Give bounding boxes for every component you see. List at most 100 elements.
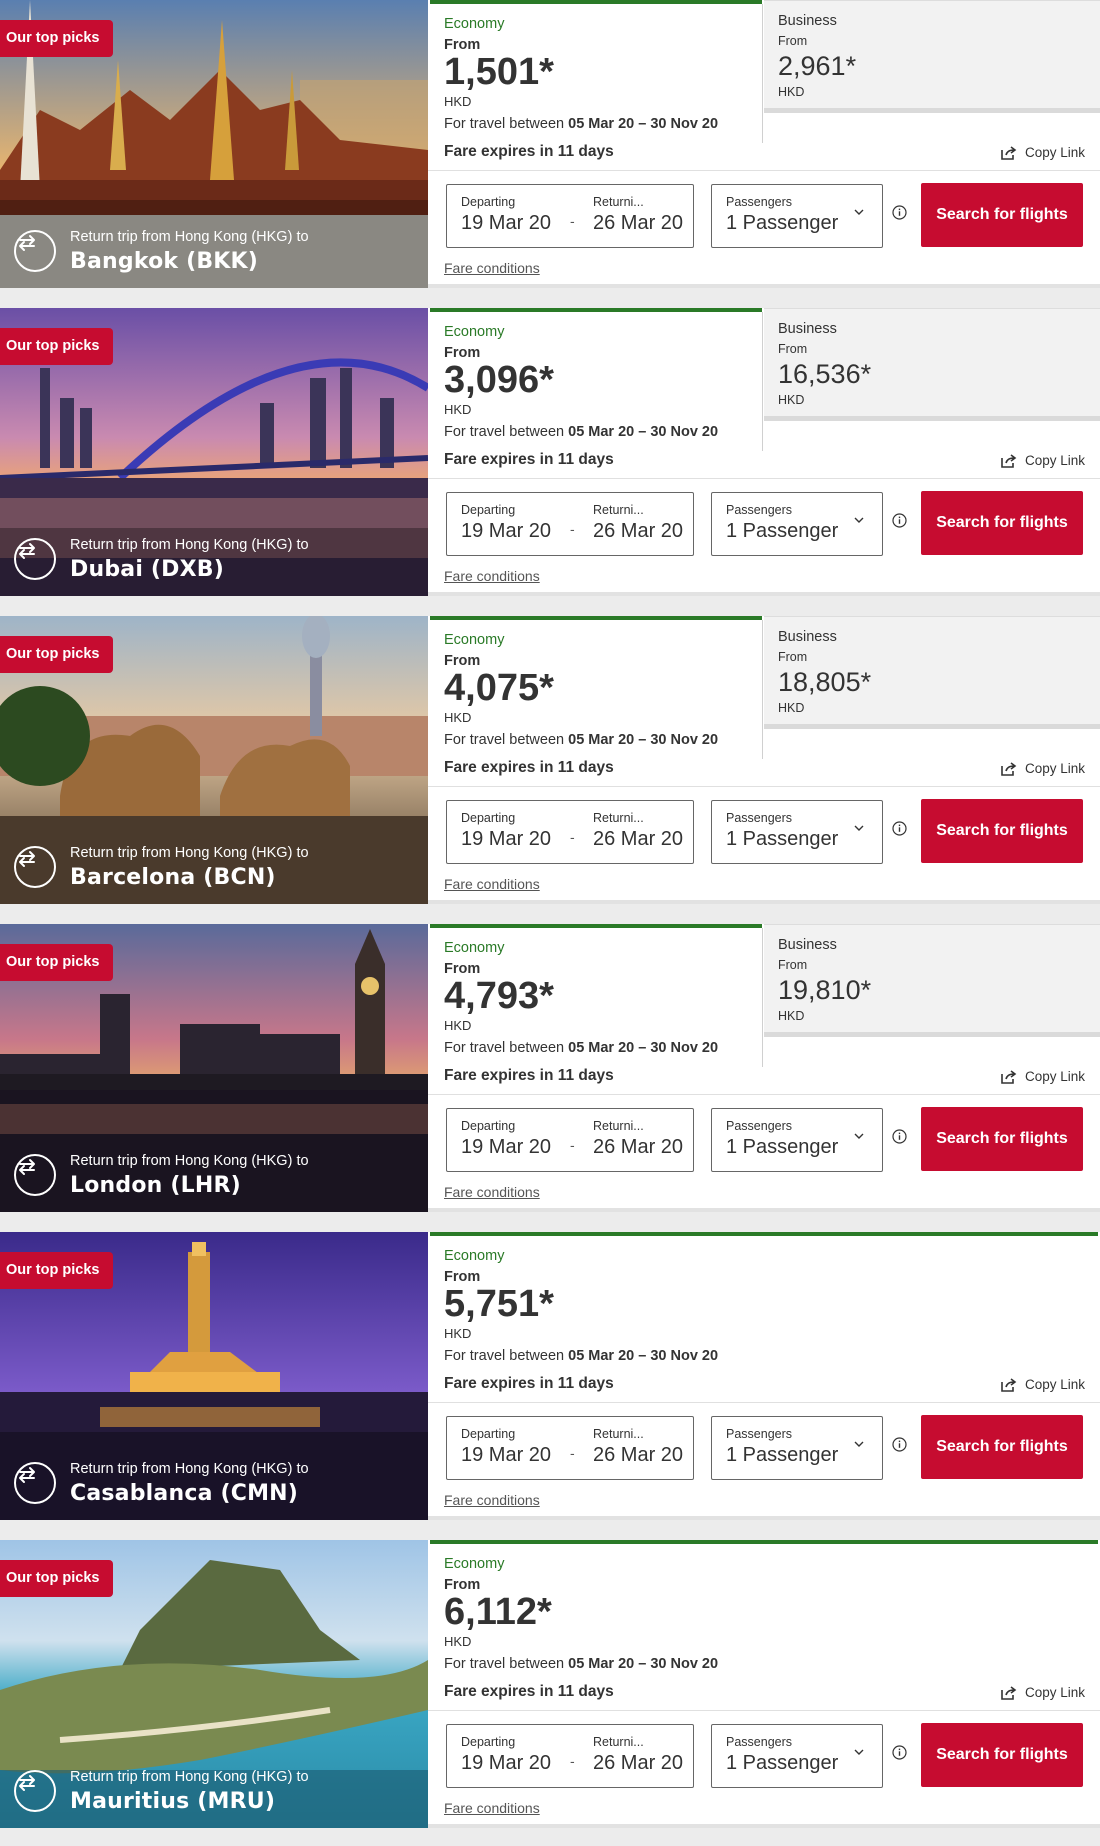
info-icon[interactable] bbox=[892, 513, 907, 528]
passengers-label: Passengers bbox=[726, 1427, 793, 1441]
returning-label: Returni... bbox=[593, 1119, 644, 1133]
search-flights-button[interactable]: Search for flights bbox=[921, 1723, 1083, 1787]
fare-expiry: Fare expires in 11 days bbox=[444, 759, 614, 776]
route-info: Return trip from Hong Kong (HKG) to Maur… bbox=[14, 1769, 309, 1814]
business-price: 2,961* bbox=[778, 51, 857, 81]
top-picks-badge: Our top picks bbox=[0, 328, 114, 365]
fare-conditions-link[interactable]: Fare conditions bbox=[444, 876, 540, 892]
returning-date[interactable]: 26 Mar 20 bbox=[593, 1136, 683, 1159]
info-icon[interactable] bbox=[892, 1129, 907, 1144]
returning-date[interactable]: 26 Mar 20 bbox=[593, 1444, 683, 1467]
copy-link-button[interactable]: Copy Link bbox=[1001, 1377, 1085, 1392]
date-separator: - bbox=[570, 213, 575, 229]
return-trip-icon bbox=[14, 846, 56, 888]
fare-conditions-link[interactable]: Fare conditions bbox=[444, 1184, 540, 1200]
route-description: Return trip from Hong Kong (HKG) to bbox=[70, 845, 309, 861]
route-info: Return trip from Hong Kong (HKG) to Lond… bbox=[14, 1153, 309, 1198]
search-flights-button[interactable]: Search for flights bbox=[921, 183, 1083, 247]
date-picker[interactable]: Departing 19 Mar 20 - Returni... 26 Mar … bbox=[446, 184, 694, 248]
copy-link-button[interactable]: Copy Link bbox=[1001, 1069, 1085, 1084]
chevron-down-icon bbox=[854, 1133, 864, 1139]
departing-label: Departing bbox=[461, 811, 516, 825]
top-picks-badge: Our top picks bbox=[0, 1560, 114, 1597]
chevron-down-icon bbox=[854, 1749, 864, 1755]
business-fare-tab[interactable]: Business From 18,805* HKD bbox=[764, 616, 1100, 729]
passengers-select[interactable]: Passengers 1 Passenger bbox=[711, 1416, 883, 1480]
passengers-value: 1 Passenger bbox=[726, 1444, 839, 1466]
date-picker[interactable]: Departing 19 Mar 20 - Returni... 26 Mar … bbox=[446, 1724, 694, 1788]
fare-panel: Economy From 3,096* HKD Business From 16… bbox=[428, 308, 1100, 596]
copy-link-button[interactable]: Copy Link bbox=[1001, 145, 1085, 160]
returning-date[interactable]: 26 Mar 20 bbox=[593, 212, 683, 235]
search-flights-button[interactable]: Search for flights bbox=[921, 491, 1083, 555]
currency-label: HKD bbox=[444, 1634, 472, 1649]
departing-label: Departing bbox=[461, 1427, 516, 1441]
currency-label: HKD bbox=[444, 710, 472, 725]
destination-photo: Our top picks Return trip from Hong Kong… bbox=[0, 924, 428, 1212]
currency-label: HKD bbox=[444, 94, 472, 109]
returning-date[interactable]: 26 Mar 20 bbox=[593, 1752, 683, 1775]
return-trip-icon bbox=[14, 1770, 56, 1812]
fare-expiry: Fare expires in 11 days bbox=[444, 451, 614, 468]
departing-date[interactable]: 19 Mar 20 bbox=[461, 828, 551, 851]
fare-panel: Economy From 5,751* HKD For travel betwe… bbox=[428, 1232, 1100, 1520]
route-description: Return trip from Hong Kong (HKG) to bbox=[70, 229, 309, 245]
passengers-select[interactable]: Passengers 1 Passenger bbox=[711, 1724, 883, 1788]
info-icon[interactable] bbox=[892, 821, 907, 836]
returning-date[interactable]: 26 Mar 20 bbox=[593, 828, 683, 851]
divider bbox=[428, 1094, 1100, 1095]
travel-period: For travel between 05 Mar 20 – 30 Nov 20 bbox=[444, 1656, 718, 1672]
economy-label: Economy bbox=[444, 16, 505, 32]
route-description: Return trip from Hong Kong (HKG) to bbox=[70, 537, 309, 553]
passengers-select[interactable]: Passengers 1 Passenger bbox=[711, 184, 883, 248]
travel-period: For travel between 05 Mar 20 – 30 Nov 20 bbox=[444, 732, 718, 748]
departing-date[interactable]: 19 Mar 20 bbox=[461, 212, 551, 235]
business-fare-tab[interactable]: Business From 19,810* HKD bbox=[764, 924, 1100, 1037]
from-label: From bbox=[778, 34, 808, 48]
passengers-select[interactable]: Passengers 1 Passenger bbox=[711, 800, 883, 864]
fare-expiry: Fare expires in 11 days bbox=[444, 1067, 614, 1084]
date-separator: - bbox=[570, 521, 575, 537]
passengers-select[interactable]: Passengers 1 Passenger bbox=[711, 1108, 883, 1172]
date-picker[interactable]: Departing 19 Mar 20 - Returni... 26 Mar … bbox=[446, 492, 694, 556]
business-price: 19,810* bbox=[778, 975, 872, 1005]
search-flights-button[interactable]: Search for flights bbox=[921, 1415, 1083, 1479]
fare-conditions-link[interactable]: Fare conditions bbox=[444, 1800, 540, 1816]
info-icon[interactable] bbox=[892, 1437, 907, 1452]
date-picker[interactable]: Departing 19 Mar 20 - Returni... 26 Mar … bbox=[446, 800, 694, 864]
date-separator: - bbox=[570, 1137, 575, 1153]
departing-date[interactable]: 19 Mar 20 bbox=[461, 1136, 551, 1159]
share-icon bbox=[1001, 145, 1017, 160]
travel-dates: 05 Mar 20 – 30 Nov 20 bbox=[568, 424, 719, 440]
date-picker[interactable]: Departing 19 Mar 20 - Returni... 26 Mar … bbox=[446, 1416, 694, 1480]
business-fare-tab[interactable]: Business From 16,536* HKD bbox=[764, 308, 1100, 421]
currency-label: HKD bbox=[778, 701, 805, 715]
fare-conditions-link[interactable]: Fare conditions bbox=[444, 260, 540, 276]
returning-date[interactable]: 26 Mar 20 bbox=[593, 520, 683, 543]
economy-label: Economy bbox=[444, 324, 505, 340]
copy-link-label: Copy Link bbox=[1024, 1377, 1085, 1392]
copy-link-button[interactable]: Copy Link bbox=[1001, 1685, 1085, 1700]
share-icon bbox=[1001, 1685, 1017, 1700]
business-fare-tab[interactable]: Business From 2,961* HKD bbox=[764, 0, 1100, 113]
return-trip-icon bbox=[14, 1462, 56, 1504]
economy-price: 4,075* bbox=[444, 667, 554, 709]
departing-date[interactable]: 19 Mar 20 bbox=[461, 520, 551, 543]
fare-conditions-link[interactable]: Fare conditions bbox=[444, 1492, 540, 1508]
fare-conditions-link[interactable]: Fare conditions bbox=[444, 568, 540, 584]
return-trip-icon bbox=[14, 538, 56, 580]
copy-link-button[interactable]: Copy Link bbox=[1001, 453, 1085, 468]
departing-date[interactable]: 19 Mar 20 bbox=[461, 1752, 551, 1775]
info-icon[interactable] bbox=[892, 205, 907, 220]
date-picker[interactable]: Departing 19 Mar 20 - Returni... 26 Mar … bbox=[446, 1108, 694, 1172]
search-flights-button[interactable]: Search for flights bbox=[921, 1107, 1083, 1171]
route-description: Return trip from Hong Kong (HKG) to bbox=[70, 1153, 309, 1169]
currency-label: HKD bbox=[778, 393, 805, 407]
currency-label: HKD bbox=[444, 1018, 472, 1033]
search-flights-button[interactable]: Search for flights bbox=[921, 799, 1083, 863]
copy-link-button[interactable]: Copy Link bbox=[1001, 761, 1085, 776]
destination-city: Bangkok (BKK) bbox=[70, 249, 259, 274]
departing-date[interactable]: 19 Mar 20 bbox=[461, 1444, 551, 1467]
info-icon[interactable] bbox=[892, 1745, 907, 1760]
passengers-select[interactable]: Passengers 1 Passenger bbox=[711, 492, 883, 556]
